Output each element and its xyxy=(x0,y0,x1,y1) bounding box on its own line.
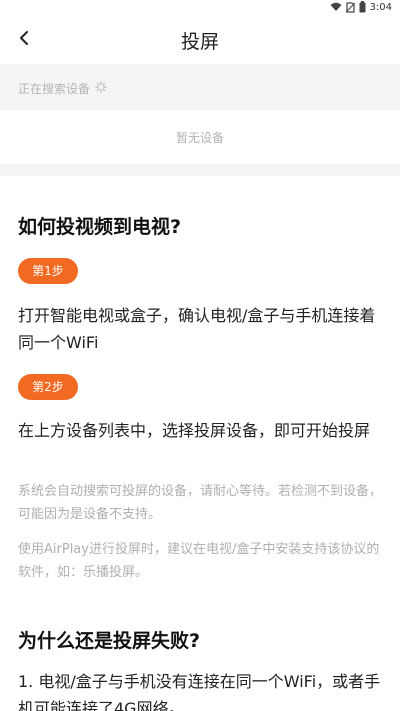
help-section: 如何投视频到电视? 第1步 打开智能电视或盒子，确认电视/盒子与手机连接着同一个… xyxy=(0,176,400,711)
page-title: 投屏 xyxy=(180,31,219,53)
battery-icon xyxy=(359,1,366,13)
guide-heading: 如何投视频到电视? xyxy=(18,216,182,238)
no-sim-icon xyxy=(345,1,355,13)
step-2-text: 在上方设备列表中，选择投屏设备，即可开始投屏 xyxy=(18,421,371,440)
status-time: 3:04 xyxy=(369,1,392,13)
failure-heading: 为什么还是投屏失败? xyxy=(18,630,201,652)
note-airplay: 使用AirPlay进行投屏时，建议在电视/盒子中安装支持该协议的软件，如：乐播投… xyxy=(18,542,380,580)
empty-device-text: 暂无设备 xyxy=(175,131,224,145)
device-search-status: 正在搜索设备 xyxy=(0,64,400,110)
step-2-badge: 第2步 xyxy=(18,374,78,400)
device-list: 暂无设备 xyxy=(0,110,400,164)
search-status-text: 正在搜索设备 xyxy=(18,82,91,96)
step-1-text: 打开智能电视或盒子，确认电视/盒子与手机连接着同一个WiFi xyxy=(18,306,376,352)
failure-item-1: 1. 电视/盒子与手机没有连接在同一个WiFi，或者手机可能连接了4G网络。 xyxy=(18,672,381,711)
wifi-icon xyxy=(330,2,342,12)
status-bar: 3:04 xyxy=(0,0,400,16)
section-divider xyxy=(0,164,400,176)
loading-spinner-icon xyxy=(95,81,107,96)
note-auto-search: 系统会自动搜索可投屏的设备，请耐心等待。若检测不到设备，可能因为是设备不支持。 xyxy=(18,484,383,522)
status-icons: 3:04 xyxy=(330,1,392,13)
nav-bar: 投屏 xyxy=(0,16,400,64)
step-1-badge: 第1步 xyxy=(18,258,78,284)
